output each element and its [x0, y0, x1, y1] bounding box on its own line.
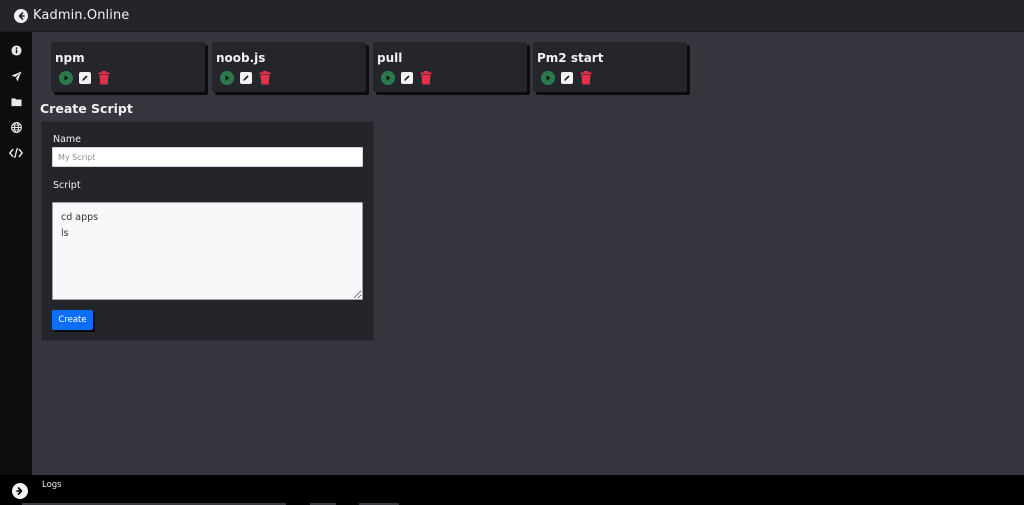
delete-script-button[interactable] [580, 71, 592, 85]
pencil-icon [404, 75, 410, 81]
pencil-icon [243, 75, 249, 81]
app-title: Kadmin.Online [33, 8, 130, 23]
send-icon [10, 71, 22, 82]
edit-script-button[interactable] [401, 72, 413, 84]
script-title: Pm2 start [537, 51, 604, 65]
play-icon [64, 75, 69, 81]
create-button[interactable]: Create [52, 310, 93, 330]
trash-icon [259, 71, 271, 85]
sidebar-item-scripts[interactable] [0, 140, 32, 166]
globe-icon [10, 121, 22, 133]
script-title: pull [377, 51, 403, 65]
script-label: Script [53, 180, 81, 191]
arrow-right-circle-icon [16, 487, 23, 495]
script-card: npm [51, 42, 205, 92]
trash-icon [98, 71, 110, 85]
create-script-form: Name Script Create [42, 122, 373, 340]
run-script-button[interactable] [381, 71, 395, 85]
run-script-button[interactable] [541, 71, 555, 85]
play-icon [225, 75, 230, 81]
script-card: noob.js [212, 42, 366, 92]
script-title: noob.js [216, 51, 266, 65]
script-card: pull [373, 42, 527, 92]
script-card: Pm2 start [533, 42, 687, 92]
info-icon [10, 45, 22, 56]
delete-script-button[interactable] [420, 71, 432, 85]
edit-script-button[interactable] [79, 72, 91, 84]
section-title: Create Script [40, 101, 133, 116]
script-textarea[interactable] [52, 202, 363, 300]
trash-icon [420, 71, 432, 85]
play-icon [386, 75, 391, 81]
run-script-button[interactable] [59, 71, 73, 85]
sidebar-item-files[interactable] [0, 89, 32, 115]
script-title: npm [55, 51, 85, 65]
folder-icon [10, 98, 22, 106]
top-bar: Kadmin.Online [0, 0, 1024, 32]
run-script-button[interactable] [220, 71, 234, 85]
edit-script-button[interactable] [561, 72, 573, 84]
pencil-icon [82, 75, 88, 81]
name-input[interactable] [52, 147, 363, 167]
sidebar [0, 32, 32, 475]
logs-bar: Logs [0, 475, 1024, 505]
trash-icon [580, 71, 592, 85]
code-icon [9, 147, 23, 158]
play-icon [546, 75, 551, 81]
logs-toggle-button[interactable] [12, 483, 28, 499]
sidebar-item-send[interactable] [0, 64, 32, 90]
logs-label: Logs [42, 480, 62, 490]
edit-script-button[interactable] [240, 72, 252, 84]
name-label: Name [53, 134, 82, 145]
sidebar-item-web[interactable] [0, 115, 32, 141]
pencil-icon [564, 75, 570, 81]
arrow-left-circle-icon[interactable] [14, 8, 28, 23]
delete-script-button[interactable] [259, 71, 271, 85]
delete-script-button[interactable] [98, 71, 110, 85]
sidebar-item-info[interactable] [0, 38, 32, 64]
